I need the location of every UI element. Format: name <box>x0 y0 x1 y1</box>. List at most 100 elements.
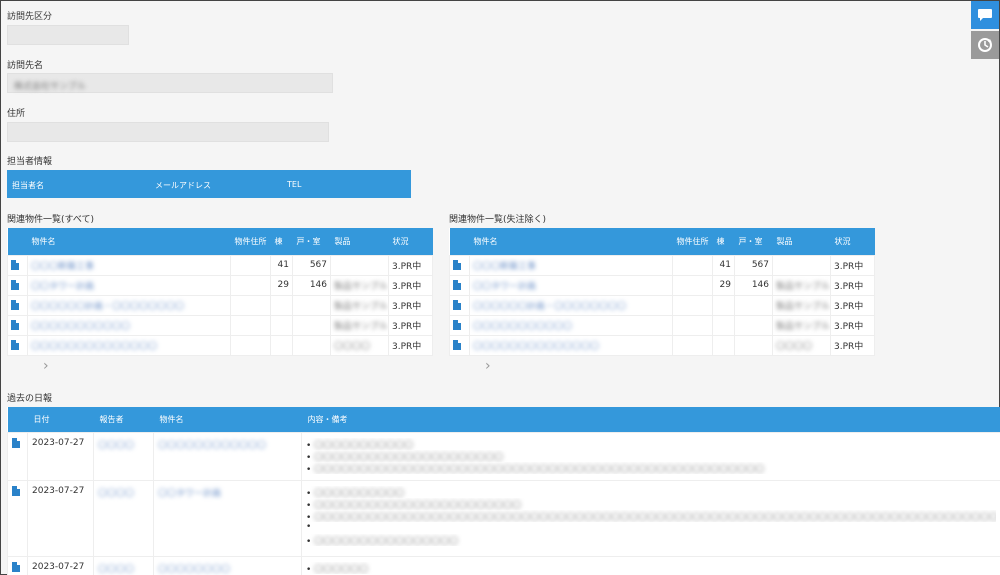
property-address <box>230 254 271 276</box>
chat-button[interactable] <box>971 1 999 29</box>
reports-col-reporter[interactable]: 報告者 <box>93 407 154 432</box>
props-excl-col-name[interactable]: 物件名 <box>469 228 673 255</box>
table-row[interactable]: 〇〇〇〇〇〇計画・〇〇〇〇〇〇〇〇 製品サンプル 3.PR中 <box>449 294 875 316</box>
property-product: 〇〇〇〇 <box>334 341 371 352</box>
report-note-line: 〇〇〇〇〇〇〇〇〇〇〇〇〇〇〇〇〇〇〇〇〇 <box>314 452 504 462</box>
property-product: 製品サンプル <box>334 281 388 292</box>
reports-col-date[interactable]: 日付 <box>27 407 94 432</box>
reports-col-notes[interactable]: 内容・備考 <box>301 407 1000 432</box>
table-row[interactable]: 〇〇〇〇〇〇〇〇〇〇〇 製品サンプル 3.PR中 <box>7 314 433 336</box>
reports-title: 過去の日報 <box>7 394 53 404</box>
chevron-right-icon[interactable]: › <box>43 358 49 374</box>
document-icon[interactable] <box>453 279 461 290</box>
table-row[interactable]: 〇〇〇〇〇〇〇〇〇〇〇〇〇〇 〇〇〇〇 3.PR中 <box>7 334 433 356</box>
props-all-col-status[interactable]: 状況 <box>388 228 433 255</box>
reports-col-property[interactable]: 物件名 <box>153 407 302 432</box>
property-status: 3.PR中 <box>830 254 875 276</box>
document-icon[interactable] <box>11 299 19 310</box>
property-name-link[interactable]: 〇〇〇〇〇〇〇〇〇〇〇〇〇〇 <box>31 342 157 352</box>
table-row[interactable]: 〇〇〇〇〇〇〇〇〇〇〇〇〇〇 〇〇〇〇 3.PR中 <box>449 334 875 356</box>
property-product: 製品サンプル <box>776 301 830 312</box>
property-address <box>672 254 713 276</box>
table-row[interactable]: 〇〇〇〇〇〇計画・〇〇〇〇〇〇〇〇 製品サンプル 3.PR中 <box>7 294 433 316</box>
document-icon[interactable] <box>11 339 19 350</box>
table-row[interactable]: 〇〇タワー計画 29 146 製品サンプル 3.PR中 <box>449 274 875 296</box>
property-status: 3.PR中 <box>830 294 875 316</box>
report-note-line: 〇〇〇〇〇〇〇〇〇〇〇〇〇〇〇〇 <box>314 536 459 546</box>
document-icon[interactable] <box>12 437 20 448</box>
document-icon[interactable] <box>11 279 19 290</box>
property-address <box>672 314 713 336</box>
report-reporter[interactable]: 〇〇〇〇 <box>98 441 134 451</box>
property-name-link[interactable]: 〇〇〇〇〇〇〇〇〇〇〇 <box>31 322 130 332</box>
property-name-link[interactable]: 〇〇〇〇〇〇〇〇〇〇〇 <box>473 322 572 332</box>
property-units <box>734 314 773 336</box>
table-row[interactable]: 〇〇タワー計画 29 146 製品サンプル 3.PR中 <box>7 274 433 296</box>
property-address <box>672 294 713 316</box>
document-icon[interactable] <box>12 485 20 496</box>
visit-name-label: 訪問先名 <box>7 61 44 71</box>
table-row[interactable]: 2023-07-27 〇〇〇〇 〇〇タワー計画 • 〇〇〇〇〇〇〇〇〇〇 • 〇… <box>7 479 1000 557</box>
property-name-link[interactable]: 〇〇タワー計画 <box>31 282 94 292</box>
property-building <box>712 334 735 356</box>
table-row[interactable]: 2023-07-27 〇〇〇〇 〇〇〇〇〇〇〇〇〇〇〇〇 • 〇〇〇〇〇〇〇〇〇… <box>7 431 1000 481</box>
property-name-link[interactable]: 〇〇〇新築工事 <box>31 262 94 272</box>
table-row[interactable]: 〇〇〇新築工事 41 567 3.PR中 <box>449 254 875 276</box>
report-note-line: 〇〇〇〇〇〇〇〇〇〇〇〇〇〇〇〇〇〇〇〇〇〇〇 <box>314 500 522 510</box>
property-status: 3.PR中 <box>830 274 875 296</box>
report-reporter[interactable]: 〇〇〇〇 <box>98 489 134 499</box>
chat-bubble-icon <box>978 9 992 21</box>
property-name-link[interactable]: 〇〇〇〇〇〇〇〇〇〇〇〇〇〇 <box>473 342 599 352</box>
document-icon[interactable] <box>453 319 461 330</box>
document-icon[interactable] <box>453 339 461 350</box>
property-name-link[interactable]: 〇〇〇〇〇〇計画・〇〇〇〇〇〇〇〇 <box>473 302 626 312</box>
report-notes: • 〇〇〇〇〇〇〇〇〇〇 • 〇〇〇〇〇〇〇〇〇〇〇〇〇〇〇〇〇〇〇〇〇〇〇 •… <box>301 479 1000 557</box>
document-icon[interactable] <box>11 319 19 330</box>
report-property-link[interactable]: 〇〇タワー計画 <box>158 489 221 499</box>
history-button[interactable] <box>971 31 999 59</box>
table-row[interactable]: 〇〇〇〇〇〇〇〇〇〇〇 製品サンプル 3.PR中 <box>449 314 875 336</box>
report-reporter[interactable]: 〇〇〇〇 <box>98 565 134 575</box>
visit-name-field[interactable]: 株式会社サンプル <box>7 73 333 93</box>
property-name-link[interactable]: 〇〇タワー計画 <box>473 282 536 292</box>
props-excl-col-status[interactable]: 状況 <box>830 228 875 255</box>
table-row[interactable]: 〇〇〇新築工事 41 567 3.PR中 <box>7 254 433 276</box>
property-address <box>672 274 713 296</box>
property-building: 29 <box>270 274 293 296</box>
visit-type-field[interactable] <box>7 25 129 45</box>
chevron-right-icon[interactable]: › <box>485 358 491 374</box>
props-excl-col-product[interactable]: 製品 <box>772 228 831 255</box>
property-name-link[interactable]: 〇〇〇〇〇〇計画・〇〇〇〇〇〇〇〇 <box>31 302 184 312</box>
props-all-col-address[interactable]: 物件住所 <box>230 228 271 255</box>
document-icon[interactable] <box>453 299 461 310</box>
property-address <box>230 314 271 336</box>
report-property-link[interactable]: 〇〇〇〇〇〇〇〇〇〇〇〇 <box>158 441 266 451</box>
report-note-line: 〇〇〇〇〇〇 <box>314 564 369 574</box>
property-status: 3.PR中 <box>388 314 433 336</box>
property-building <box>270 334 293 356</box>
report-note-line: 〇〇〇〇〇〇〇〇〇〇〇〇〇〇〇〇〇〇〇〇〇〇〇〇〇〇〇〇〇〇〇〇〇〇〇〇〇〇〇〇… <box>314 464 765 474</box>
property-name-link[interactable]: 〇〇〇新築工事 <box>473 262 536 272</box>
props-all-col-building[interactable]: 棟 <box>270 228 293 255</box>
report-notes: • 〇〇〇〇〇〇 <box>301 555 1000 575</box>
property-address <box>230 334 271 356</box>
property-product: 製品サンプル <box>334 301 388 312</box>
property-units <box>734 294 773 316</box>
visit-name-value: 株式会社サンプル <box>14 82 86 92</box>
document-icon[interactable] <box>453 259 461 270</box>
props-excl-col-address[interactable]: 物件住所 <box>672 228 713 255</box>
props-excl-col-units[interactable]: 戸・室 <box>734 228 773 255</box>
table-row[interactable]: 2023-07-27 〇〇〇〇 〇〇〇〇〇〇〇〇 • 〇〇〇〇〇〇 <box>7 555 1000 575</box>
props-all-col-units[interactable]: 戸・室 <box>292 228 331 255</box>
reports-col-icon <box>7 407 28 432</box>
report-property-link[interactable]: 〇〇〇〇〇〇〇〇 <box>158 565 230 575</box>
props-all-col-name[interactable]: 物件名 <box>27 228 231 255</box>
document-icon[interactable] <box>12 561 20 572</box>
address-field[interactable] <box>7 122 329 142</box>
contact-section-title: 担当者情報 <box>7 157 53 167</box>
property-building <box>270 294 293 316</box>
document-icon[interactable] <box>11 259 19 270</box>
props-all-col-product[interactable]: 製品 <box>330 228 389 255</box>
props-excl-col-building[interactable]: 棟 <box>712 228 735 255</box>
property-units <box>292 334 331 356</box>
